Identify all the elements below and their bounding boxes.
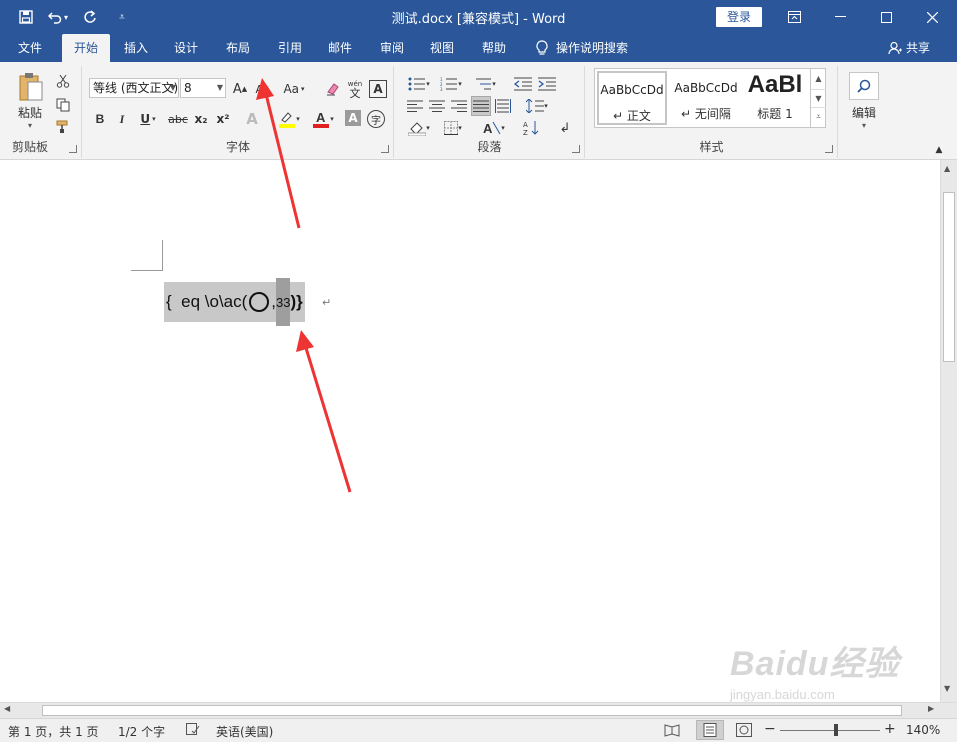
zoom-out-icon[interactable]: − bbox=[764, 721, 776, 737]
read-mode-icon[interactable] bbox=[664, 723, 680, 740]
annotation-arrows bbox=[256, 78, 352, 493]
scroll-down-icon[interactable]: ▼ bbox=[944, 684, 950, 693]
zoom-slider[interactable] bbox=[780, 730, 880, 731]
status-bar: 第 1 页，共 1 页 1/2 个字 英语(美国) − + 140% bbox=[0, 718, 957, 742]
print-layout-icon[interactable] bbox=[696, 720, 724, 740]
baidu-watermark: Baidu经验 jingyan.baidu.com bbox=[730, 636, 910, 726]
web-layout-icon[interactable] bbox=[736, 723, 752, 740]
watermark-brand: Baidu经验 bbox=[730, 645, 900, 683]
zoom-slider-thumb[interactable] bbox=[834, 724, 838, 736]
watermark-url: jingyan.baidu.com bbox=[730, 687, 835, 702]
word-count[interactable]: 1/2 个字 bbox=[118, 723, 165, 740]
scroll-up-icon[interactable]: ▲ bbox=[944, 164, 950, 173]
vertical-scrollbar[interactable]: ▲ ▼ bbox=[940, 160, 957, 702]
proofing-icon[interactable] bbox=[186, 723, 200, 738]
scroll-left-icon[interactable]: ◀ bbox=[4, 704, 10, 713]
vertical-scroll-thumb[interactable] bbox=[943, 192, 955, 362]
zoom-in-icon[interactable]: + bbox=[884, 721, 896, 737]
red-arrow-up bbox=[256, 78, 301, 229]
language[interactable]: 英语(美国) bbox=[216, 723, 273, 740]
scroll-right-icon[interactable]: ▶ bbox=[928, 704, 934, 713]
page-count[interactable]: 第 1 页，共 1 页 bbox=[8, 723, 99, 740]
zoom-level[interactable]: 140% bbox=[906, 723, 940, 737]
red-arrow-up-field bbox=[296, 330, 352, 493]
